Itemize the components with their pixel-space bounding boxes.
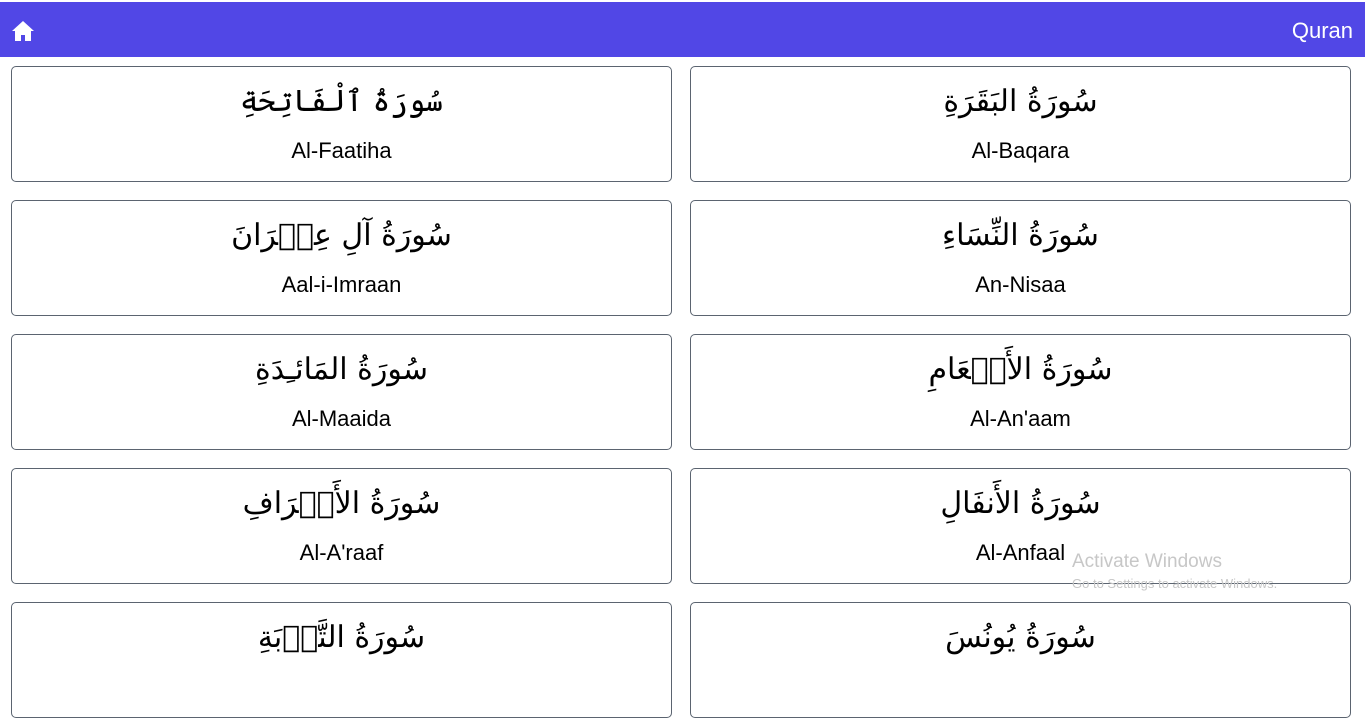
surah-latin-name: Al-A'raaf <box>299 540 384 565</box>
surah-card-aal-i-imraan[interactable]: سُورَةُ آلِ عِمۡرَانَ Aal-i-Imraan <box>11 200 672 316</box>
surah-latin-name: Al-Maaida <box>291 406 392 431</box>
surah-arabic-name: سُورَةُ الأَعۡرَافِ <box>242 486 441 521</box>
surah-card-al-faatiha[interactable]: سُورَةُ ٱلْفَاتِحَةِ Al-Faatiha <box>11 66 672 182</box>
surah-arabic-name: سُورَةُ الأَنۡعَامِ <box>928 352 1113 387</box>
page-title: Quran <box>1291 18 1353 43</box>
surah-latin-name: Al-Anfaal <box>975 540 1066 565</box>
app-header: Quran <box>0 2 1365 57</box>
surah-card-al-anaam[interactable]: سُورَةُ الأَنۡعَامِ Al-An'aam <box>690 334 1351 450</box>
surah-latin-name: Al-Faatiha <box>291 138 392 163</box>
surah-card-an-nisaa[interactable]: سُورَةُ النِّسَاءِ An-Nisaa <box>690 200 1351 316</box>
surah-latin-name: Al-Baqara <box>971 138 1070 163</box>
surah-arabic-name: سُورَةُ يُونُسَ <box>945 620 1096 655</box>
surah-arabic-name: سُورَةُ ٱلْفَاتِحَةِ <box>240 84 443 119</box>
surah-card-al-araaf[interactable]: سُورَةُ الأَعۡرَافِ Al-A'raaf <box>11 468 672 584</box>
surah-card-al-anfaal[interactable]: سُورَةُ الأَنفَالِ Al-Anfaal <box>690 468 1351 584</box>
surah-arabic-name: سُورَةُ التَّوۡبَةِ <box>257 620 426 655</box>
surah-latin-name: Aal-i-Imraan <box>281 272 402 297</box>
surah-latin-name: An-Nisaa <box>975 272 1066 297</box>
surah-card-al-baqara[interactable]: سُورَةُ البَقَرَةِ Al-Baqara <box>690 66 1351 182</box>
surah-card-yunus[interactable]: سُورَةُ يُونُسَ <box>690 602 1351 718</box>
surah-arabic-name: سُورَةُ النِّسَاءِ <box>942 218 1099 253</box>
surah-latin-name: Al-An'aam <box>970 406 1071 431</box>
home-icon[interactable] <box>11 20 35 42</box>
surah-arabic-name: سُورَةُ آلِ عِمۡرَانَ <box>231 218 452 253</box>
surah-card-al-maaida[interactable]: سُورَةُ المَائـِدَةِ Al-Maaida <box>11 334 672 450</box>
surah-arabic-name: سُورَةُ المَائـِدَةِ <box>255 352 428 387</box>
surah-arabic-name: سُورَةُ البَقَرَةِ <box>943 84 1098 119</box>
surah-arabic-name: سُورَةُ الأَنفَالِ <box>940 486 1101 521</box>
surah-grid: سُورَةُ ٱلْفَاتِحَةِ Al-Faatiha سُورَةُ … <box>0 0 1365 718</box>
surah-card-at-tawba[interactable]: سُورَةُ التَّوۡبَةِ <box>11 602 672 718</box>
